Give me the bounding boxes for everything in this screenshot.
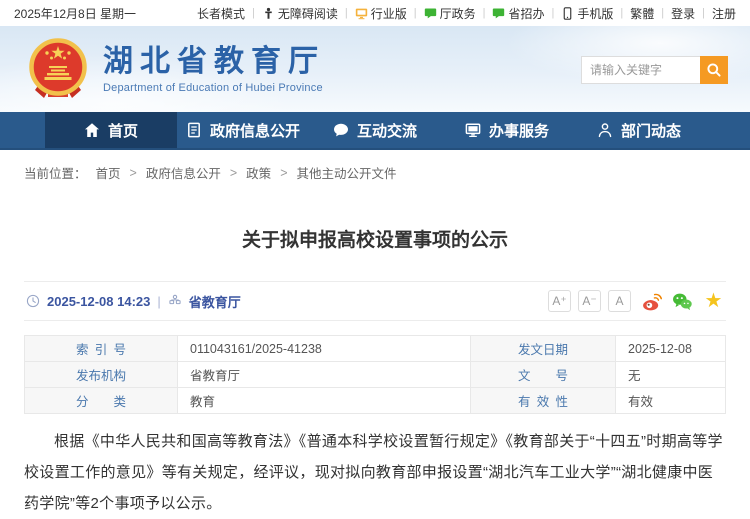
breadcrumb-separator: > bbox=[130, 166, 137, 180]
divider: | bbox=[620, 7, 623, 19]
meta-label-category: 分类 bbox=[25, 388, 178, 414]
page-title: 关于拟申报高校设置事项的公示 bbox=[24, 225, 726, 252]
search-input[interactable] bbox=[581, 56, 700, 84]
article-source: 省教育厅 bbox=[189, 292, 241, 311]
divider: | bbox=[702, 7, 705, 19]
meta-label-document-number: 文号 bbox=[471, 362, 616, 388]
chat-bubble-icon bbox=[333, 122, 349, 138]
nav-item-gov-info[interactable]: 政府信息公开 bbox=[177, 112, 309, 148]
breadcrumb-policy[interactable]: 政策 bbox=[246, 163, 271, 182]
breadcrumb: 当前位置： 首页 > 政府信息公开 > 政策 > 其他主动公开文件 bbox=[0, 150, 750, 192]
meta-label-issuing-agency: 发布机构 bbox=[25, 362, 178, 388]
search-button[interactable] bbox=[700, 56, 728, 84]
meta-label-validity: 有效性 bbox=[471, 388, 616, 414]
meta-value-issue-date: 2025-12-08 bbox=[616, 336, 726, 362]
traditional-chinese-link[interactable]: 繁體 bbox=[630, 5, 654, 22]
monitor-icon bbox=[355, 7, 368, 20]
meta-value-validity: 有效 bbox=[616, 388, 726, 414]
mobile-version-link[interactable]: 手机版 bbox=[561, 5, 613, 22]
document-icon bbox=[186, 122, 202, 138]
meta-label-index-number: 索引号 bbox=[25, 336, 178, 362]
comment-icon bbox=[424, 7, 437, 20]
table-row: 分类 教育 有效性 有效 bbox=[25, 388, 726, 414]
breadcrumb-other-public-documents[interactable]: 其他主动公开文件 bbox=[297, 163, 397, 182]
industry-version-link[interactable]: 行业版 bbox=[355, 5, 407, 22]
phone-icon bbox=[561, 7, 574, 20]
meta-value-issuing-agency: 省教育厅 bbox=[178, 362, 471, 388]
share-wechat-icon[interactable] bbox=[672, 291, 693, 312]
divider: | bbox=[661, 7, 664, 19]
share-weibo-icon[interactable] bbox=[641, 291, 662, 312]
site-title: 湖北省教育厅 bbox=[103, 45, 325, 78]
clock-icon bbox=[26, 294, 40, 308]
divider: | bbox=[157, 294, 160, 309]
home-icon bbox=[84, 122, 100, 138]
national-emblem-logo bbox=[26, 37, 90, 101]
nav-item-services[interactable]: 办事服务 bbox=[441, 112, 573, 148]
accessibility-icon bbox=[262, 7, 275, 20]
breadcrumb-prefix: 当前位置： bbox=[24, 163, 87, 182]
table-row: 索引号 011043161/2025-41238 发文日期 2025-12-08 bbox=[25, 336, 726, 362]
nav-item-interaction[interactable]: 互动交流 bbox=[309, 112, 441, 148]
monitor-icon bbox=[465, 122, 481, 138]
article-body-paragraph: 根据《中华人民共和国高等教育法》《普通本科学校设置暂行规定》《教育部关于“十四五… bbox=[24, 427, 726, 519]
article-meta-bar: 2025-12-08 14:23 | 省教育厅 A⁺ A⁻ A ★ bbox=[24, 281, 726, 321]
site-title-english: Department of Education of Hubei Provinc… bbox=[103, 82, 325, 94]
elder-mode-link[interactable]: 长者模式 bbox=[197, 5, 245, 22]
main-navigation: 首页 政府信息公开 互动交流 办事服务 部门动态 bbox=[0, 112, 750, 150]
person-icon bbox=[597, 122, 613, 138]
meta-value-document-number: 无 bbox=[616, 362, 726, 388]
divider: | bbox=[414, 7, 417, 19]
organization-icon bbox=[168, 294, 182, 308]
search-icon bbox=[706, 62, 722, 78]
register-link[interactable]: 注册 bbox=[712, 5, 736, 22]
current-date: 2025年12月8日 星期一 bbox=[14, 5, 136, 22]
star-icon: ★ bbox=[705, 291, 723, 311]
gov-wechat-link[interactable]: 厅政务 bbox=[424, 5, 476, 22]
breadcrumb-separator: > bbox=[280, 166, 287, 180]
font-reset-button[interactable]: A bbox=[608, 290, 631, 312]
utility-bar: 2025年12月8日 星期一 长者模式 | 无障碍阅读 | 行业版 | 厅政务 … bbox=[0, 0, 750, 26]
comment-icon bbox=[492, 7, 505, 20]
divider: | bbox=[552, 7, 555, 19]
site-header: 湖北省教育厅 Department of Education of Hubei … bbox=[0, 26, 750, 112]
site-search bbox=[581, 56, 728, 84]
table-row: 发布机构 省教育厅 文号 无 bbox=[25, 362, 726, 388]
meta-label-issue-date: 发文日期 bbox=[471, 336, 616, 362]
accessibility-link[interactable]: 无障碍阅读 bbox=[262, 5, 338, 22]
nav-item-department-news[interactable]: 部门动态 bbox=[573, 112, 705, 148]
meta-value-category: 教育 bbox=[178, 388, 471, 414]
breadcrumb-gov-info[interactable]: 政府信息公开 bbox=[146, 163, 221, 182]
nav-item-home[interactable]: 首页 bbox=[45, 112, 177, 148]
breadcrumb-home[interactable]: 首页 bbox=[96, 163, 121, 182]
divider: | bbox=[345, 7, 348, 19]
share-qzone-icon[interactable]: ★ bbox=[703, 291, 724, 312]
divider: | bbox=[483, 7, 486, 19]
divider: | bbox=[252, 7, 255, 19]
article-content: 关于拟申报高校设置事项的公示 2025-12-08 14:23 | 省教育厅 A… bbox=[0, 225, 750, 519]
breadcrumb-separator: > bbox=[230, 166, 237, 180]
publish-time: 2025-12-08 14:23 bbox=[47, 294, 150, 309]
admissions-link[interactable]: 省招办 bbox=[492, 5, 544, 22]
font-smaller-button[interactable]: A⁻ bbox=[578, 290, 601, 312]
document-meta-table: 索引号 011043161/2025-41238 发文日期 2025-12-08… bbox=[24, 335, 726, 414]
font-larger-button[interactable]: A⁺ bbox=[548, 290, 571, 312]
meta-value-index-number: 011043161/2025-41238 bbox=[178, 336, 471, 362]
site-branding: 湖北省教育厅 Department of Education of Hubei … bbox=[103, 45, 325, 94]
login-link[interactable]: 登录 bbox=[671, 5, 695, 22]
